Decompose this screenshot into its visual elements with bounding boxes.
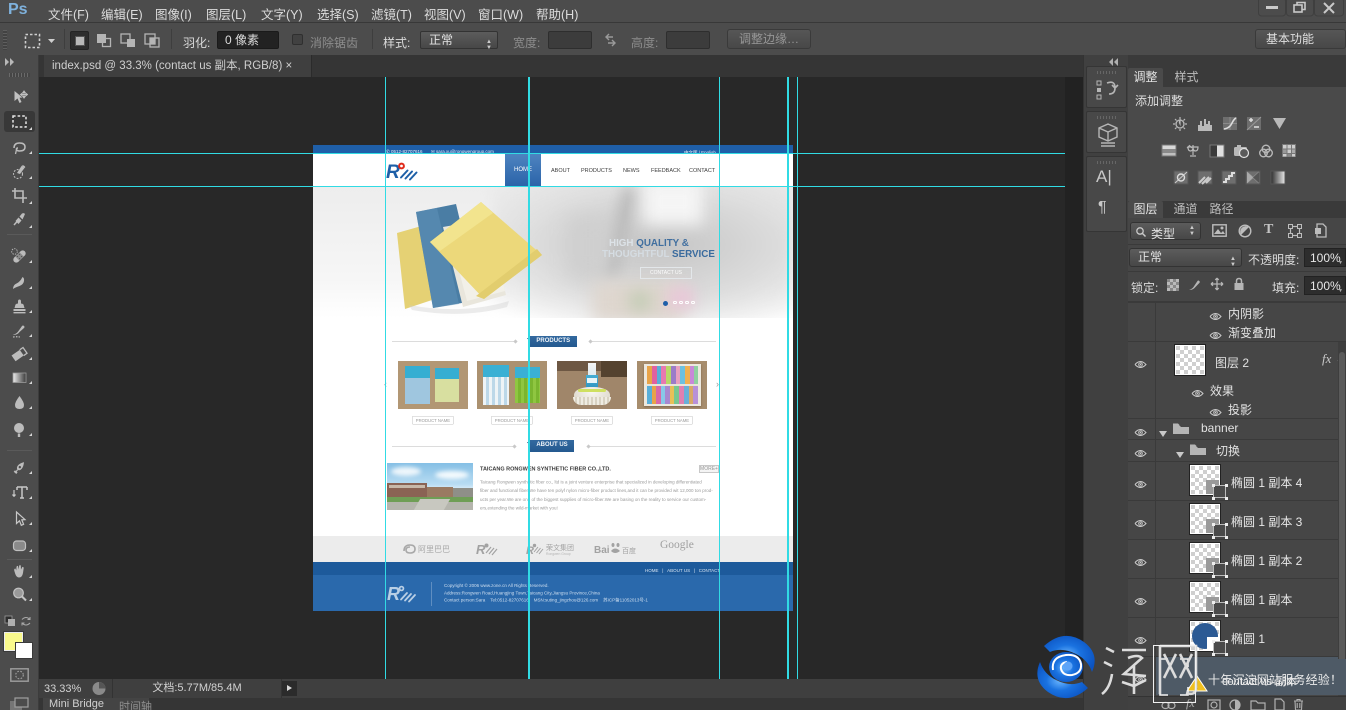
svg-text:R: R	[387, 584, 400, 604]
svg-text:阿里巴巴: 阿里巴巴	[418, 545, 450, 554]
svg-text:Bai: Bai	[594, 545, 610, 556]
svg-text:R: R	[386, 162, 400, 183]
svg-text:荣文集团: 荣文集团	[546, 543, 574, 552]
svg-text:百度: 百度	[622, 546, 636, 555]
svg-text:Rongwen Group: Rongwen Group	[546, 552, 571, 556]
svg-text:R: R	[476, 542, 486, 557]
